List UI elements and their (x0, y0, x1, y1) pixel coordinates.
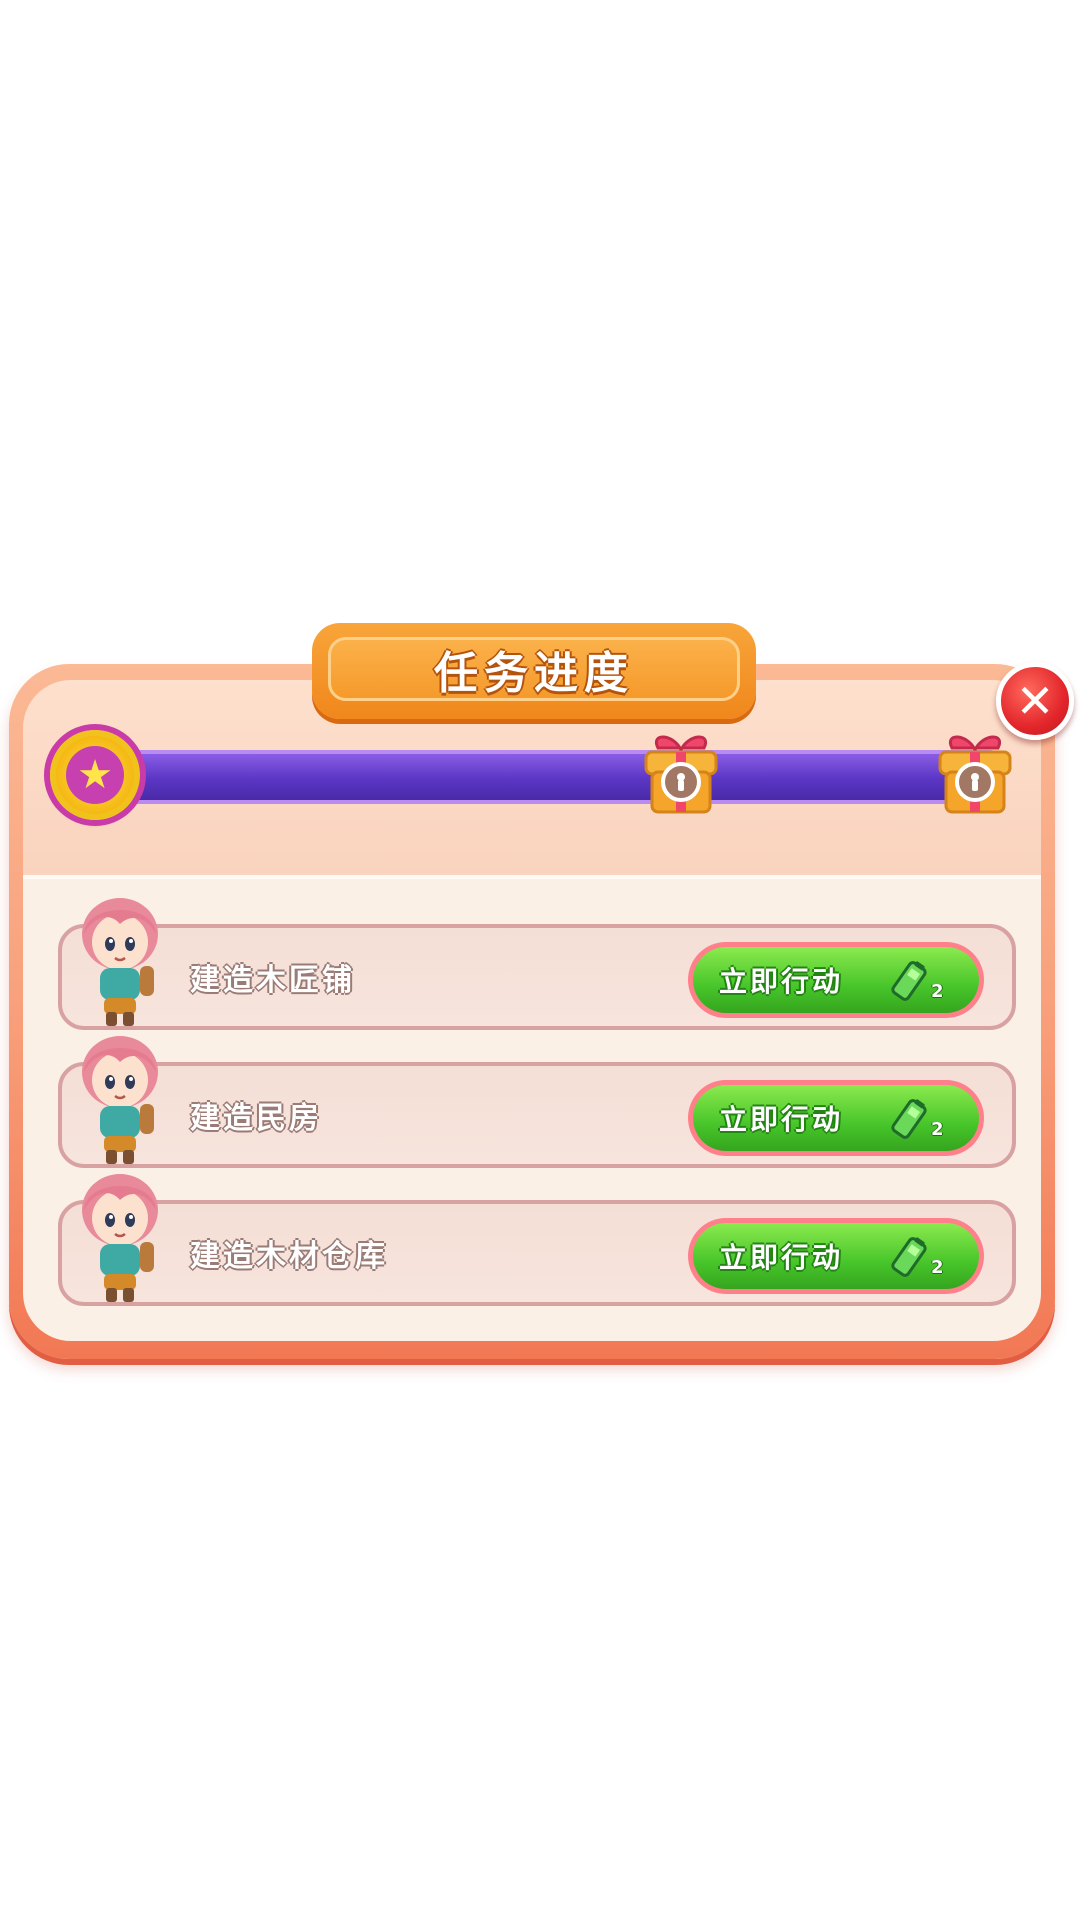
dialog-title: 任务进度 (434, 648, 634, 699)
act-now-button-inner: 立即行动 2 (693, 1085, 979, 1151)
gift-locked-icon[interactable] (636, 728, 726, 818)
task-label: 建造民房 (190, 1101, 322, 1136)
task-row: 建造民房 立即行动 2 (58, 1062, 1016, 1168)
task-label: 建造木材仓库 (190, 1239, 388, 1274)
task-label: 建造木匠铺 (190, 963, 355, 998)
act-now-button[interactable]: 立即行动 2 (688, 1080, 984, 1156)
act-now-label: 立即行动 (719, 1241, 844, 1274)
progress-bar (100, 750, 1000, 804)
character-avatar (82, 1174, 158, 1302)
act-now-button-inner: 立即行动 2 (693, 947, 979, 1013)
battery-icon (891, 1099, 927, 1139)
act-now-label: 立即行动 (719, 1103, 844, 1136)
close-icon: ✕ (1015, 674, 1055, 728)
cost-count: 2 (931, 1257, 944, 1278)
act-now-button-inner: 立即行动 2 (693, 1223, 979, 1289)
act-now-button[interactable]: 立即行动 2 (688, 1218, 984, 1294)
star-medal-icon: ★ (50, 730, 140, 820)
battery-icon (891, 1237, 927, 1277)
gift-locked-icon[interactable] (930, 728, 1020, 818)
star-glyph: ★ (77, 752, 113, 798)
star-icon: ★ (66, 746, 124, 804)
task-row: 建造木材仓库 立即行动 2 (58, 1200, 1016, 1306)
title-banner-inner: 任务进度 (328, 637, 740, 701)
task-row: 建造木匠铺 立即行动 2 (58, 924, 1016, 1030)
act-now-button[interactable]: 立即行动 2 (688, 942, 984, 1018)
progress-bar-fill (104, 754, 996, 800)
character-avatar (82, 1036, 158, 1164)
title-banner: 任务进度 (312, 623, 756, 719)
act-now-label: 立即行动 (719, 965, 844, 998)
cost-count: 2 (931, 981, 944, 1002)
battery-icon (891, 961, 927, 1001)
character-avatar (82, 898, 158, 1026)
cost-count: 2 (931, 1119, 944, 1140)
